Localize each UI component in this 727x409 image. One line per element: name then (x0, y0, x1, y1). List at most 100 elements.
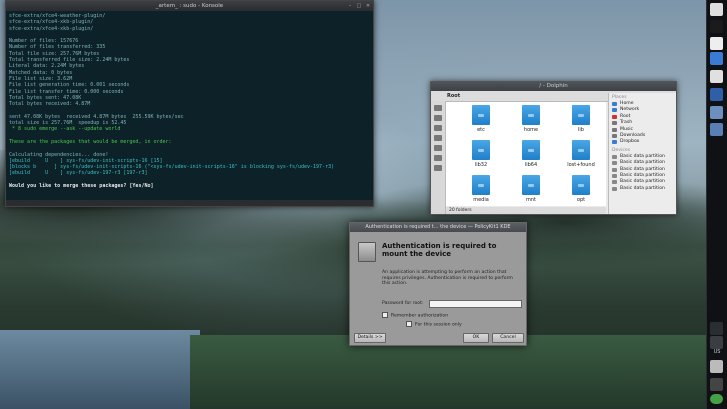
folder-label: mnt (526, 197, 536, 203)
auth-dialog[interactable]: Authentication is required t... the devi… (349, 222, 527, 346)
folder-icon (472, 105, 490, 125)
device-label: Basic data partition (620, 160, 665, 166)
maximize-icon[interactable]: □ (356, 3, 362, 9)
place-icon (612, 121, 617, 126)
folder-label: lib32 (474, 162, 488, 168)
breadcrumb[interactable]: Root (447, 93, 460, 99)
dolphin-titlebar[interactable]: / - Dolphin (431, 82, 676, 91)
minimize-icon[interactable]: – (347, 3, 353, 9)
folder-item[interactable]: lib32 (466, 140, 496, 168)
folder-label: lost+found (567, 162, 595, 168)
folder-label: etc (477, 127, 485, 133)
drive-icon (612, 173, 617, 178)
terminal-task-icon[interactable] (710, 70, 723, 83)
drive-icon (612, 154, 617, 159)
session-checkbox[interactable]: For this session only (406, 321, 462, 328)
view-icon[interactable] (434, 125, 442, 131)
cloud-icon[interactable] (710, 360, 723, 373)
folder-item[interactable]: media (466, 175, 496, 203)
settings-icon[interactable] (434, 165, 442, 171)
print-icon[interactable] (434, 155, 442, 161)
drive-icon (612, 180, 617, 185)
search-icon[interactable] (434, 145, 442, 151)
device-label: Basic data partition (620, 166, 665, 172)
password-field[interactable] (429, 300, 522, 308)
ok-button[interactable]: OK (463, 333, 489, 343)
konsole-launcher-icon[interactable] (710, 20, 723, 33)
auth-titlebar[interactable]: Authentication is required t... the devi… (350, 223, 526, 232)
places-section-header: Devices (612, 147, 631, 153)
places-panel: Places Home Network Root Trash Music Downloads… (608, 93, 676, 214)
place-icon (612, 140, 617, 145)
cancel-button[interactable]: Cancel (492, 333, 524, 343)
places-item-label: Downloads (620, 132, 646, 138)
side-panel: US (706, 0, 727, 409)
status-bar: 20 folders (446, 207, 606, 214)
konsole-titlebar[interactable]: _artem_ : sudo - Konsole – □ ✕ (6, 1, 373, 11)
network-icon[interactable] (710, 336, 723, 349)
remember-checkbox[interactable]: Remember authorization (382, 312, 448, 319)
dolphin-window[interactable]: / - Dolphin Root etc home lib lib32 lib64 los… (430, 81, 677, 215)
drive-icon (612, 161, 617, 166)
dolphin-side-toolbar (431, 101, 446, 214)
folder-item[interactable]: etc (466, 105, 496, 133)
konsole-window[interactable]: _artem_ : sudo - Konsole – □ ✕ sfce-extr… (5, 0, 374, 207)
folder-item[interactable]: lib (566, 105, 596, 133)
session-label: For this session only (415, 322, 462, 328)
device-label: Basic data partition (620, 185, 665, 191)
wallpaper-grass (190, 335, 710, 409)
back-icon[interactable] (434, 105, 442, 111)
folder-icon (472, 175, 490, 195)
folder-label: opt (576, 197, 586, 203)
folder-icon (522, 105, 540, 125)
app-launcher-icon[interactable] (710, 37, 723, 50)
close-icon[interactable]: ✕ (365, 3, 371, 9)
password-label: Password for root: (382, 301, 424, 306)
kde-menu-icon[interactable] (710, 52, 723, 65)
places-item-label: Dropbox (620, 139, 640, 145)
places-item[interactable]: Dropbox (609, 139, 676, 145)
place-icon (612, 114, 617, 119)
drive-icon (612, 167, 617, 172)
file-view[interactable]: etc home lib lib32 lib64 lost+found media mnt op… (446, 102, 606, 206)
konsole-tab-bar[interactable] (6, 200, 373, 206)
dolphin-title: / - Dolphin (539, 83, 568, 89)
folder-item[interactable]: lost+found (566, 140, 596, 168)
status-icon[interactable] (710, 394, 723, 404)
checkbox-box[interactable] (382, 312, 388, 318)
places-item-label: Network (620, 107, 640, 113)
folder-label: home (523, 127, 539, 133)
places-item-label: Music (620, 126, 634, 132)
remember-label: Remember authorization (391, 313, 449, 319)
folder-label: media (473, 197, 489, 203)
konsole-title: _artem_ : sudo - Konsole (155, 3, 224, 9)
folder-item[interactable]: lib64 (516, 140, 546, 168)
folder-label: lib64 (524, 162, 538, 168)
folder-item[interactable]: home (516, 105, 546, 133)
device-item[interactable]: Basic data partition (609, 186, 676, 192)
terminal-output[interactable]: sfce-extra/xfce4-weather-plugin/sfce-ext… (6, 11, 373, 191)
folder-icon (572, 140, 590, 160)
window-task-icon[interactable] (710, 123, 723, 136)
folder-item[interactable]: opt (566, 175, 596, 203)
auth-message: An application is attempting to perform … (382, 270, 513, 286)
wallpaper-lake (0, 330, 200, 409)
device-label: Basic data partition (620, 153, 665, 159)
place-icon (612, 108, 617, 113)
folder-icon (472, 140, 490, 160)
place-icon (612, 127, 617, 132)
arrow-icon[interactable] (710, 322, 723, 335)
firefox-task-icon[interactable] (710, 88, 723, 101)
folder-label: lib (578, 127, 584, 133)
details-button[interactable]: Details >> (354, 333, 386, 343)
folder-task-icon[interactable] (710, 106, 723, 119)
battery-icon[interactable] (710, 378, 723, 391)
keyboard-layout[interactable]: US (707, 349, 727, 355)
forward-icon[interactable] (434, 115, 442, 121)
folder-item[interactable]: mnt (516, 175, 546, 203)
split-icon[interactable] (434, 135, 442, 141)
places-item-label: Root (620, 113, 631, 119)
window-icon[interactable] (710, 3, 723, 16)
checkbox-box[interactable] (406, 321, 412, 327)
folder-icon (572, 105, 590, 125)
